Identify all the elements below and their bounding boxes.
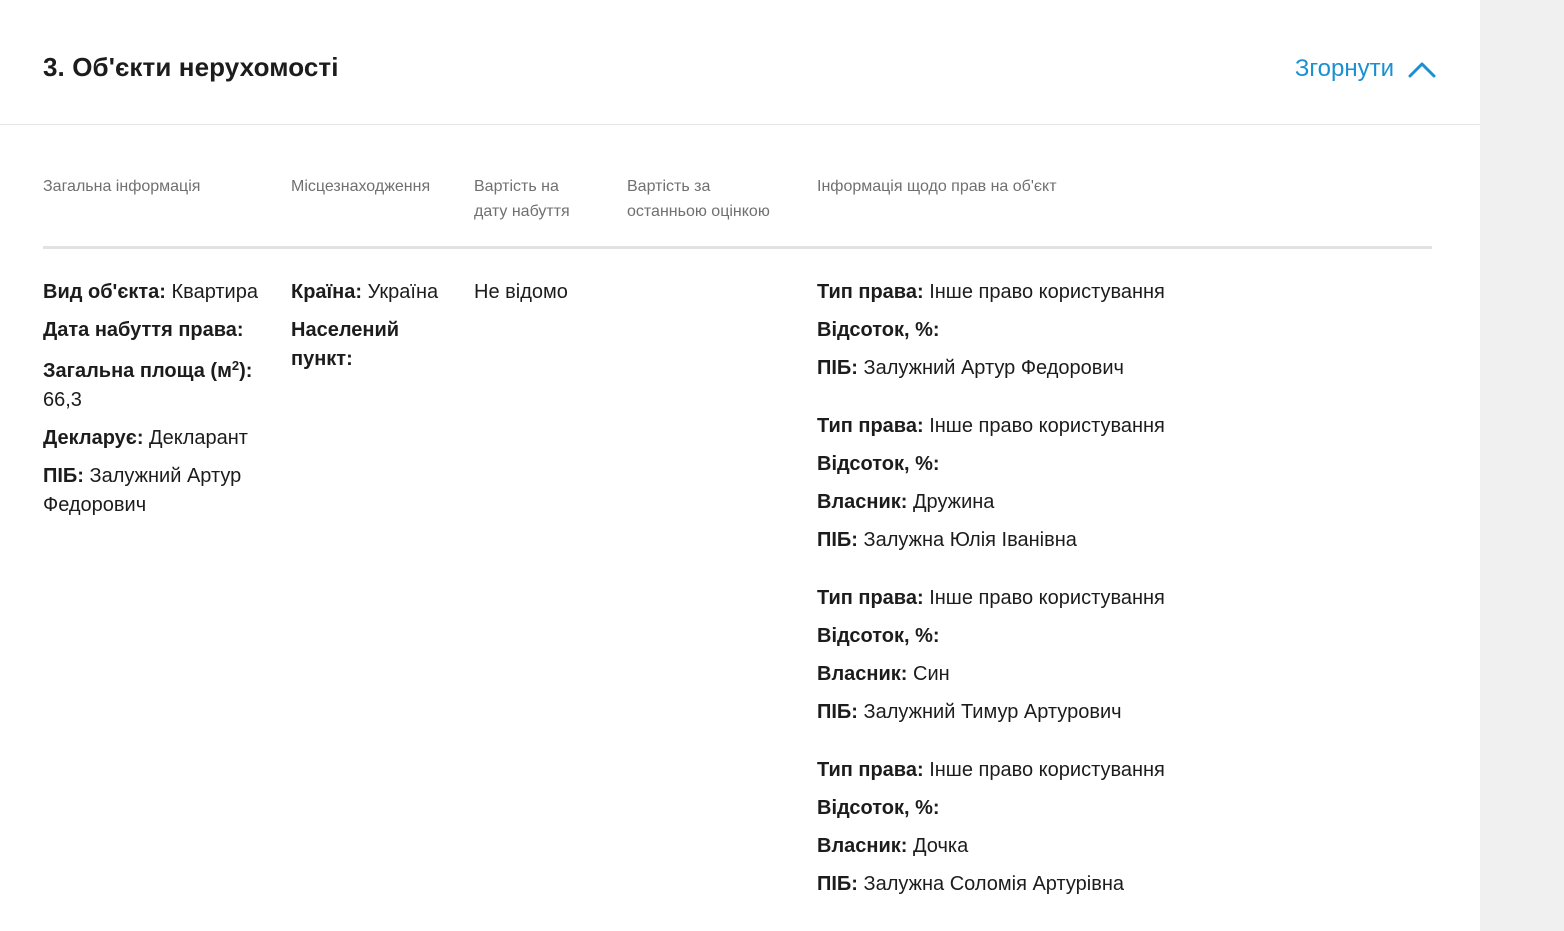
chevron-up-icon: [1408, 60, 1436, 78]
right-type-value: Інше право користування: [929, 759, 1165, 781]
column-header-rights-info: Інформація щодо прав на об'єкт: [817, 178, 1057, 195]
right-type-field: Тип права: Інше право користування: [817, 584, 1237, 613]
right-percent-field: Відсоток, %:: [817, 450, 1237, 479]
country-label: Країна:: [291, 281, 363, 303]
column-header-location: Місцезнаходження: [291, 178, 431, 195]
rights-entry: Тип права: Інше право користування Відсо…: [817, 278, 1237, 383]
right-percent-field: Відсоток, %:: [817, 794, 1237, 823]
right-pib-field: ПІБ: Залужна Юлія Іванівна: [817, 526, 1237, 555]
right-percent-label: Відсоток, %:: [817, 625, 940, 647]
real-estate-panel: 3. Об'єкти нерухомості Згорнути Загальна…: [0, 0, 1480, 931]
area-label: Загальна площа (м2):: [43, 358, 253, 382]
collapse-label: Згорнути: [1294, 55, 1394, 82]
right-pib-field: ПІБ: Залужний Артур Федорович: [817, 354, 1237, 383]
acquisition-date-field: Дата набуття права:: [43, 316, 263, 345]
area-field: Загальна площа (м2): 66,3: [43, 357, 263, 415]
right-type-value: Інше право користування: [929, 281, 1165, 303]
rights-entry: Тип права: Інше право користування Відсо…: [817, 584, 1237, 727]
right-type-label: Тип права:: [817, 587, 924, 609]
right-pib-field: ПІБ: Залужний Тимур Артурович: [817, 698, 1237, 727]
column-header-cost-last-valuation: Вартість за останньою оцінкою: [627, 178, 770, 220]
right-pib-label: ПІБ:: [817, 701, 858, 723]
right-type-value: Інше право користування: [929, 415, 1165, 437]
right-pib-field: ПІБ: Залужна Соломія Артурівна: [817, 870, 1237, 899]
location-cell: Країна: Україна Населений пункт:: [291, 278, 451, 383]
right-owner-value: Дочка: [913, 835, 969, 857]
settlement-label: Населений пункт:: [291, 319, 400, 370]
right-owner-field: Власник: Дочка: [817, 832, 1237, 861]
right-pib-value: Залужна Соломія Артурівна: [863, 873, 1124, 895]
rights-entry: Тип права: Інше право користування Відсо…: [817, 412, 1237, 555]
right-type-field: Тип права: Інше право користування: [817, 756, 1237, 785]
collapse-button[interactable]: Згорнути: [1295, 55, 1436, 83]
right-percent-label: Відсоток, %:: [817, 797, 940, 819]
object-pib-label: ПІБ:: [43, 465, 84, 487]
right-owner-field: Власник: Дружина: [817, 488, 1237, 517]
right-type-label: Тип права:: [817, 759, 924, 781]
declares-field: Декларує: Декларант: [43, 424, 263, 453]
right-owner-value: Дружина: [913, 491, 995, 513]
right-type-value: Інше право користування: [929, 587, 1165, 609]
right-owner-label: Власник:: [817, 835, 908, 857]
right-type-field: Тип права: Інше право користування: [817, 278, 1237, 307]
settlement-field: Населений пункт:: [291, 316, 451, 374]
right-pib-value: Залужна Юлія Іванівна: [863, 529, 1077, 551]
right-type-label: Тип права:: [817, 281, 924, 303]
section-title: 3. Об'єкти нерухомості: [43, 52, 339, 82]
right-owner-field: Власник: Син: [817, 660, 1237, 689]
general-info-cell: Вид об'єкта: Квартира Дата набуття права…: [43, 278, 263, 529]
acquisition-date-label: Дата набуття права:: [43, 319, 244, 341]
right-pib-value: Залужний Артур Федорович: [863, 357, 1124, 379]
right-owner-label: Власник:: [817, 663, 908, 685]
country-field: Країна: Україна: [291, 278, 451, 307]
object-type-value: Квартира: [171, 281, 258, 303]
right-percent-field: Відсоток, %:: [817, 622, 1237, 651]
right-type-label: Тип права:: [817, 415, 924, 437]
country-value: Україна: [367, 281, 439, 303]
right-percent-field: Відсоток, %:: [817, 316, 1237, 345]
table-header-divider: [43, 246, 1432, 249]
rights-cell: Тип права: Інше право користування Відсо…: [817, 278, 1237, 928]
right-pib-value: Залужний Тимур Артурович: [863, 701, 1122, 723]
right-owner-label: Власник:: [817, 491, 908, 513]
rights-entry: Тип права: Інше право користування Відсо…: [817, 756, 1237, 899]
column-header-cost-acquisition: Вартість на дату набуття: [474, 178, 570, 220]
declares-value: Декларант: [149, 427, 248, 449]
cost-acquisition-cell: Не відомо: [474, 278, 614, 307]
area-value: 66,3: [43, 389, 82, 411]
object-type-label: Вид об'єкта:: [43, 281, 166, 303]
object-type-field: Вид об'єкта: Квартира: [43, 278, 263, 307]
column-header-general: Загальна інформація: [43, 178, 201, 195]
declares-label: Декларує:: [43, 427, 144, 449]
right-pib-label: ПІБ:: [817, 529, 858, 551]
section-header: 3. Об'єкти нерухомості Згорнути: [0, 0, 1480, 125]
right-percent-label: Відсоток, %:: [817, 319, 940, 341]
right-pib-label: ПІБ:: [817, 357, 858, 379]
right-percent-label: Відсоток, %:: [817, 453, 940, 475]
right-pib-label: ПІБ:: [817, 873, 858, 895]
right-type-field: Тип права: Інше право користування: [817, 412, 1237, 441]
right-owner-value: Син: [913, 663, 950, 685]
cost-acquisition-value: Не відомо: [474, 281, 568, 303]
object-pib-field: ПІБ: Залужний Артур Федорович: [43, 462, 263, 520]
